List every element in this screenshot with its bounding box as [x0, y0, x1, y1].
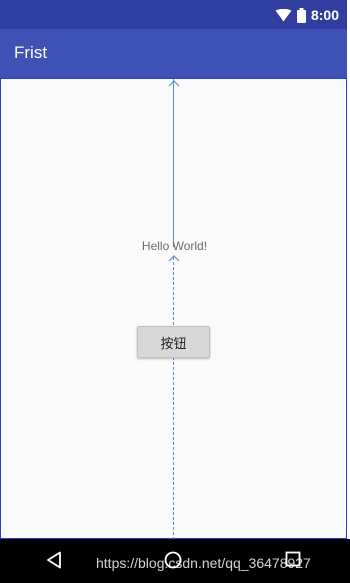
constraint-line-top: [173, 79, 174, 247]
content-area: Hello World! 按钮: [0, 78, 347, 540]
status-bar: 8:00: [0, 0, 347, 29]
chevron-up-icon: [168, 255, 180, 262]
status-time: 8:00: [310, 7, 339, 23]
wifi-icon: [275, 8, 292, 21]
chevron-up-icon: [168, 80, 180, 87]
app-bar: Frist: [0, 29, 347, 78]
main-button[interactable]: 按钮: [137, 326, 210, 358]
watermark-url: https://blog.csdn.net/qq_36478927: [96, 555, 311, 571]
app-title: Frist: [14, 43, 48, 62]
back-icon[interactable]: [46, 551, 62, 569]
phone-screen: 8:00 Frist Hello World! 按钮 https://blog.…: [0, 0, 350, 583]
battery-icon: [296, 7, 306, 23]
status-icons: 8:00: [275, 6, 339, 24]
constraint-line-bottom: [173, 257, 174, 540]
hello-world-text: Hello World!: [141, 239, 208, 253]
